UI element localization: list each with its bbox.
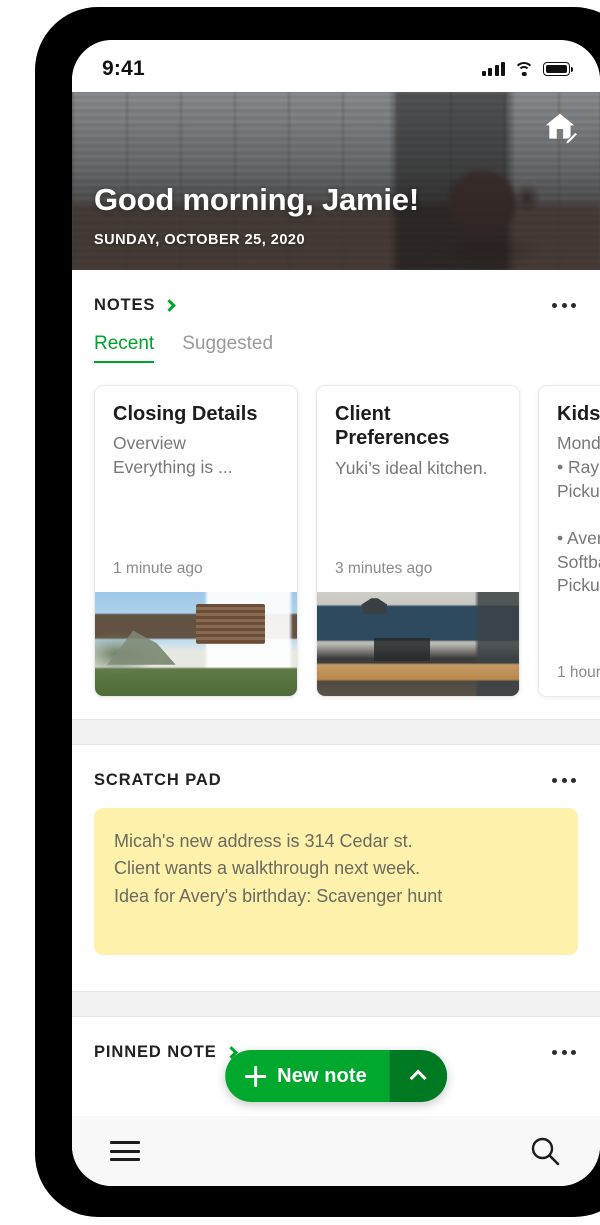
scratch-pad-line: Idea for Avery's birthday: Scavenger hun… <box>114 885 443 906</box>
status-time: 9:41 <box>102 57 145 80</box>
note-card-body: Client Preferences Yuki’s ideal kitchen.… <box>317 386 519 592</box>
new-note-button[interactable]: New note <box>225 1050 389 1102</box>
note-card[interactable]: Kids’ Mond • Ray - Pickup • Aver Softba … <box>538 385 600 697</box>
note-card-snippet: Mond • Ray - Pickup • Aver Softba Pickup <box>557 433 600 596</box>
note-card-body: Closing Details Overview Everything is .… <box>95 386 297 592</box>
scratch-pad-section-title: SCRATCH PAD <box>94 771 222 789</box>
phone-screen: 9:41 Good morning, Jamie! SUNDAY, OCTOBE… <box>72 40 600 1186</box>
note-card-timestamp: 1 hour <box>557 664 600 681</box>
status-icons <box>481 61 574 77</box>
hamburger-menu-icon[interactable] <box>110 1141 140 1161</box>
scratch-pad-note[interactable]: Micah's new address is 314 Cedar st. Cli… <box>94 808 578 955</box>
note-card-timestamp: 3 minutes ago <box>335 560 433 577</box>
scratch-pad-line: Client wants a walkthrough next week. <box>114 858 421 879</box>
scratch-pad-title-group: SCRATCH PAD <box>94 771 222 790</box>
plus-icon <box>245 1065 267 1087</box>
notes-overflow-menu-icon[interactable] <box>550 297 578 314</box>
modern-house-photo <box>95 592 297 696</box>
new-note-label: New note <box>277 1064 367 1087</box>
hero-text-block: Good morning, Jamie! SUNDAY, OCTOBER 25,… <box>94 182 419 248</box>
note-card[interactable]: Client Preferences Yuki’s ideal kitchen.… <box>316 385 520 697</box>
note-card-snippet: Yuki’s ideal kitchen. <box>335 457 488 478</box>
signal-bars-icon <box>481 62 505 76</box>
battery-icon <box>543 62 574 76</box>
note-card-title: Client Preferences <box>335 403 450 450</box>
pinned-note-title-group[interactable]: PINNED NOTE <box>94 1043 238 1062</box>
notes-tabs: Recent Suggested <box>72 315 600 363</box>
pinned-note-section-title: PINNED NOTE <box>94 1043 217 1061</box>
search-icon[interactable] <box>528 1134 562 1168</box>
phone-device-frame: 9:41 Good morning, Jamie! SUNDAY, OCTOBE… <box>36 8 600 1216</box>
pinned-note-overflow-menu-icon[interactable] <box>550 1044 578 1061</box>
notes-section-header: NOTES <box>72 270 600 315</box>
new-note-fab[interactable]: New note <box>225 1050 447 1102</box>
wifi-icon <box>514 61 534 77</box>
note-card[interactable]: Closing Details Overview Everything is .… <box>94 385 298 697</box>
notes-title-group[interactable]: NOTES <box>94 296 177 315</box>
scratch-pad-line: Micah's new address is 314 Cedar st. <box>114 831 413 851</box>
new-note-expand-button[interactable] <box>388 1050 447 1102</box>
hero-date: SUNDAY, OCTOBER 25, 2020 <box>94 232 306 248</box>
note-card-body: Kids’ Mond • Ray - Pickup • Aver Softba … <box>539 386 600 696</box>
scratch-pad-overflow-menu-icon[interactable] <box>550 772 578 789</box>
scratch-pad-header: SCRATCH PAD <box>72 745 600 790</box>
hero-header: Good morning, Jamie! SUNDAY, OCTOBER 25,… <box>72 92 600 270</box>
section-divider-band <box>72 719 600 745</box>
status-bar: 9:41 <box>72 40 600 92</box>
tab-suggested[interactable]: Suggested <box>182 333 273 363</box>
note-card-timestamp: 1 minute ago <box>113 560 203 577</box>
bottom-navigation-bar <box>72 1116 600 1186</box>
note-card-title: Closing Details <box>113 403 258 425</box>
note-card-snippet: Overview Everything is ... <box>113 433 233 478</box>
blue-kitchen-photo <box>317 592 519 696</box>
chevron-right-icon[interactable] <box>163 298 177 312</box>
note-card-title: Kids’ <box>557 403 600 425</box>
home-edit-icon[interactable] <box>544 112 578 144</box>
greeting-title: Good morning, Jamie! <box>94 182 419 217</box>
tab-recent[interactable]: Recent <box>94 333 155 363</box>
notes-section-title: NOTES <box>94 296 156 314</box>
chevron-up-icon <box>409 1069 427 1087</box>
notes-carousel[interactable]: Closing Details Overview Everything is .… <box>72 363 600 719</box>
section-divider-band <box>72 991 600 1017</box>
